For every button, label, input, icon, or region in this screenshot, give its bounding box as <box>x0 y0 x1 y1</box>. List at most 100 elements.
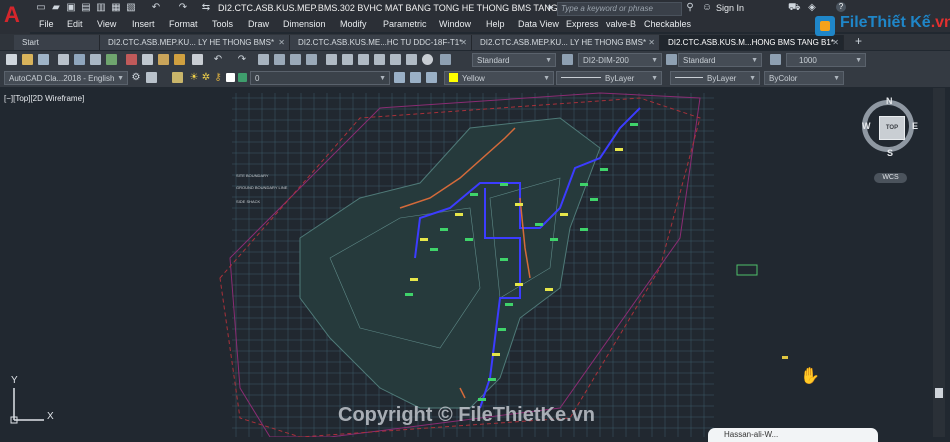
menu-parametric[interactable]: Parametric <box>383 19 427 29</box>
tab-document-3[interactable]: DI2.CTC.ASB.MEP.KU... LY HE THONG BMS* ✕ <box>472 35 660 50</box>
notification-popup[interactable]: Hassan-ali-W... <box>708 428 878 442</box>
tool-palettes-icon[interactable] <box>358 54 369 65</box>
plot-icon[interactable] <box>58 54 69 65</box>
menu-dimension[interactable]: Dimension <box>283 19 326 29</box>
help-icon[interactable]: ? <box>836 2 846 12</box>
multileader-icon[interactable] <box>770 54 781 65</box>
layer-on-icon[interactable]: ☀ <box>188 72 200 83</box>
make-current-layer-icon[interactable] <box>394 72 405 83</box>
block-editor-icon[interactable] <box>192 54 203 65</box>
menu-valve-b[interactable]: valve-B <box>606 19 636 29</box>
menu-window[interactable]: Window <box>439 19 471 29</box>
undo-icon[interactable]: ↶ <box>150 2 162 13</box>
menu-checkables[interactable]: Checkables <box>644 19 691 29</box>
redo-icon[interactable]: ↷ <box>236 54 248 65</box>
viewport-controls-label[interactable]: [−][Top][2D Wireframe] <box>4 94 84 103</box>
close-tab-icon[interactable]: ✕ <box>648 35 655 50</box>
tab-document-1[interactable]: DI2.CTC.ASB.MEP.KU... LY HE THONG BMS* ✕ <box>100 35 290 50</box>
properties-icon[interactable] <box>326 54 337 65</box>
lineweight-dropdown[interactable]: ByLayer ▼ <box>670 71 760 85</box>
menu-modify[interactable]: Modify <box>340 19 367 29</box>
zoom-window-icon[interactable] <box>290 54 301 65</box>
undo-icon[interactable]: ↶ <box>212 54 224 65</box>
layer-properties-icon[interactable] <box>172 72 183 83</box>
workspace-dropdown[interactable]: AutoCAD Cla...2018 - English ▼ <box>4 71 128 85</box>
drawing-viewport[interactable]: SITE BOUNDARY GROUND BOUNDARY LINE SIDE … <box>0 88 933 437</box>
menu-edit[interactable]: Edit <box>67 19 83 29</box>
color-dropdown[interactable]: Yellow ▼ <box>444 71 554 85</box>
help-icon[interactable] <box>422 54 433 65</box>
close-tab-icon[interactable]: ✕ <box>278 35 285 50</box>
save-icon[interactable] <box>38 54 49 65</box>
cart-icon[interactable]: ⛟ <box>788 2 801 13</box>
copy-icon[interactable] <box>142 54 153 65</box>
scale-dropdown[interactable]: 1000 ▼ <box>786 53 866 67</box>
gear-icon[interactable]: ⚙ <box>130 72 142 83</box>
publish-icon[interactable] <box>90 54 101 65</box>
vertical-scrollbar[interactable] <box>933 88 945 437</box>
plotstyle-dropdown[interactable]: ByColor ▼ <box>764 71 844 85</box>
dim-style-dropdown[interactable]: DI2-DIM-200 ▼ <box>578 53 662 67</box>
layer-freeze-icon[interactable]: ✲ <box>200 72 212 83</box>
sheet-set-icon[interactable] <box>374 54 385 65</box>
text-style-dropdown[interactable]: Standard ▼ <box>472 53 556 67</box>
menu-insert[interactable]: Insert <box>132 19 155 29</box>
save-icon[interactable]: ▣ <box>65 2 77 13</box>
table-style-dropdown[interactable]: Standard ▼ <box>678 53 762 67</box>
menu-help[interactable]: Help <box>486 19 505 29</box>
open-folder-icon[interactable]: ▰ <box>50 2 62 13</box>
share-icon[interactable]: ⇆ <box>200 2 212 13</box>
zoom-previous-icon[interactable] <box>306 54 317 65</box>
scrollbar-thumb[interactable] <box>935 388 943 398</box>
a360-icon[interactable]: ◈ <box>806 2 818 13</box>
close-tab-icon[interactable]: ✕ <box>460 35 467 50</box>
compass-north[interactable]: N <box>886 96 893 106</box>
save-as-icon[interactable]: ▤ <box>80 2 92 13</box>
new-file-icon[interactable]: ▭ <box>35 2 47 13</box>
quickcalc-icon[interactable] <box>406 54 417 65</box>
cad-drawing[interactable]: SITE BOUNDARY GROUND BOUNDARY LINE SIDE … <box>0 88 933 437</box>
compass-south[interactable]: S <box>887 148 893 158</box>
menu-format[interactable]: Format <box>169 19 198 29</box>
tab-document-2[interactable]: DI2.CTC.ASB.KUS.ME...HC TU DDC-18F-T1* ✕ <box>290 35 472 50</box>
autocad-app-button[interactable]: A <box>0 0 30 34</box>
table-style-icon[interactable] <box>666 54 677 65</box>
user-icon[interactable]: ☺ <box>701 2 713 13</box>
binoculars-icon[interactable]: ⚲ <box>684 2 696 13</box>
menu-view[interactable]: View <box>97 19 116 29</box>
menu-file[interactable]: File <box>39 19 54 29</box>
search-input[interactable]: Type a keyword or phrase <box>557 2 682 16</box>
tab-start[interactable]: Start <box>14 35 100 50</box>
layer-state-icon[interactable] <box>426 72 437 83</box>
preview-icon[interactable] <box>74 54 85 65</box>
cut-icon[interactable] <box>126 54 137 65</box>
sign-in-link[interactable]: Sign In <box>716 3 744 13</box>
design-center-icon[interactable] <box>342 54 353 65</box>
viewcube-top-face[interactable]: TOP <box>879 116 905 140</box>
workspace-settings-icon[interactable] <box>146 72 157 83</box>
dim-style-icon[interactable] <box>562 54 573 65</box>
layer-previous-icon[interactable] <box>410 72 421 83</box>
compass-east[interactable]: E <box>912 121 918 131</box>
layer-dropdown[interactable]: 0 ▼ <box>250 71 390 85</box>
markup-icon[interactable] <box>390 54 401 65</box>
menu-express[interactable]: Express <box>566 19 599 29</box>
zoom-realtime-icon[interactable] <box>274 54 285 65</box>
web-icon[interactable] <box>106 54 117 65</box>
text-style-icon[interactable] <box>440 54 451 65</box>
print-icon[interactable]: ▥ <box>95 2 107 13</box>
new-icon[interactable] <box>6 54 17 65</box>
linetype-dropdown[interactable]: ByLayer ▼ <box>556 71 662 85</box>
publish-icon[interactable]: ▧ <box>125 2 137 13</box>
pan-icon[interactable] <box>258 54 269 65</box>
match-properties-icon[interactable] <box>174 54 185 65</box>
compass-west[interactable]: W <box>862 121 871 131</box>
redo-icon[interactable]: ↷ <box>177 2 189 13</box>
paste-icon[interactable] <box>158 54 169 65</box>
layer-lock-icon[interactable]: ⚷ <box>212 72 224 83</box>
add-tab-button[interactable]: + <box>855 34 862 48</box>
menu-tools[interactable]: Tools <box>212 19 233 29</box>
menu-draw[interactable]: Draw <box>248 19 269 29</box>
open-icon[interactable] <box>22 54 33 65</box>
menu-data-view[interactable]: Data View <box>518 19 559 29</box>
